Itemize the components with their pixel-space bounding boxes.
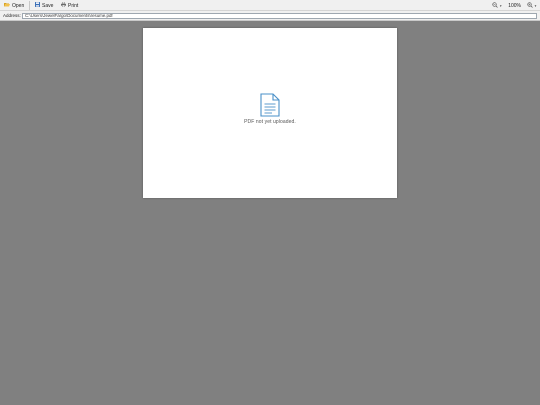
chevron-down-icon: ▼: [499, 3, 503, 8]
print-label: Print: [68, 2, 79, 9]
zoom-level: 100%: [508, 2, 522, 9]
floppy-disk-icon: [35, 2, 40, 9]
address-bar: Address:: [0, 11, 540, 21]
pdf-viewer[interactable]: PDF not yet uploaded.: [0, 21, 540, 405]
save-label: Save: [42, 2, 54, 9]
empty-message: PDF not yet uploaded.: [244, 119, 296, 125]
open-button[interactable]: Open: [4, 1, 24, 10]
toolbar-separator: [29, 1, 30, 10]
save-button[interactable]: Save: [35, 1, 53, 10]
zoom-out-icon: [492, 1, 498, 10]
pdf-page: PDF not yet uploaded.: [143, 28, 397, 198]
empty-placeholder: PDF not yet uploaded.: [143, 93, 397, 125]
open-label: Open: [12, 2, 25, 9]
chevron-down-icon: ▼: [534, 3, 537, 8]
zoom-in-button[interactable]: ▼: [527, 1, 537, 10]
printer-icon: [61, 1, 66, 9]
folder-open-icon: [4, 2, 10, 9]
zoom-controls: ▼ 100% ▼: [492, 1, 537, 10]
print-button[interactable]: Print: [61, 1, 78, 10]
address-input[interactable]: [22, 12, 537, 19]
zoom-in-icon: [527, 1, 533, 10]
document-icon: [143, 93, 397, 117]
zoom-out-button[interactable]: ▼: [492, 1, 503, 10]
address-label: Address:: [3, 13, 21, 18]
toolbar: Open Save Print ▼ 100% ▼: [0, 0, 540, 11]
